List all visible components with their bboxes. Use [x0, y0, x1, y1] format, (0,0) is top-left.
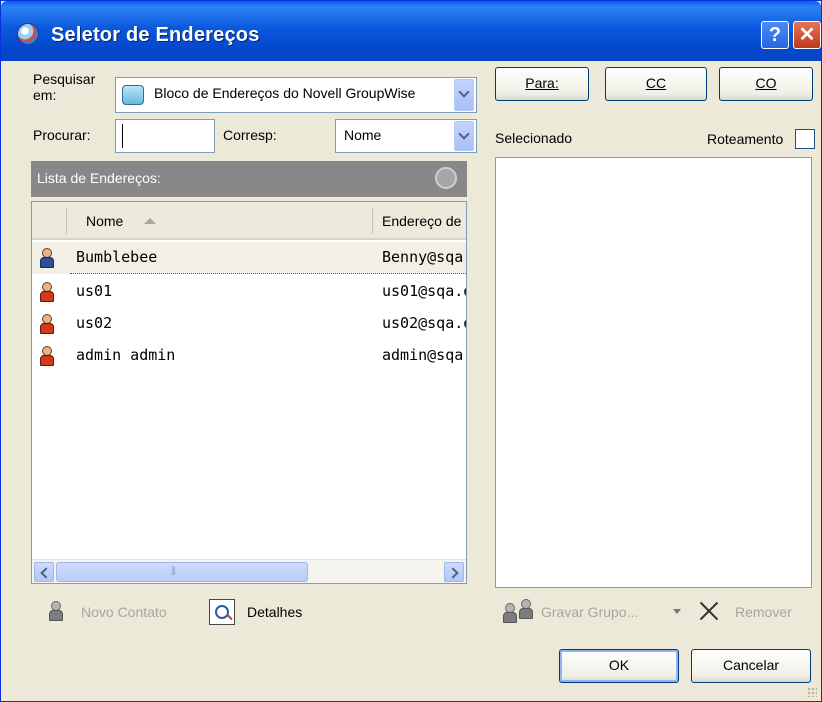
save-group-button[interactable]: Gravar Grupo...	[541, 604, 638, 620]
contact-address: us01@sqa.example.com	[382, 282, 466, 300]
contact-address: us02@sqa.example.com	[382, 314, 466, 332]
details-icon	[209, 599, 235, 625]
group-icon	[503, 599, 537, 625]
details-button[interactable]: Detalhes	[247, 604, 302, 620]
routing-label: Roteamento	[707, 131, 784, 147]
to-button-label: Para:	[525, 75, 559, 91]
list-item[interactable]: us01 us01@sqa.example.com	[32, 276, 466, 308]
focus-outline	[70, 273, 466, 274]
column-separator	[372, 208, 373, 234]
window-title: Seletor de Endereços	[51, 24, 260, 46]
chevron-down-icon[interactable]	[454, 79, 474, 111]
address-book-value: Bloco de Endereços do Novell GroupWise	[154, 85, 416, 101]
person-blue-icon	[40, 248, 54, 268]
new-contact-icon	[49, 601, 63, 621]
person-icon	[40, 314, 54, 334]
list-item[interactable]: Bumblebee Benny@sqa.example.com	[32, 242, 466, 274]
find-input[interactable]	[115, 119, 215, 153]
search-in-label: Pesquisar em:	[33, 71, 96, 103]
scroll-right-icon[interactable]	[444, 562, 464, 582]
match-label: Corresp:	[223, 127, 277, 143]
scroll-thumb[interactable]	[56, 562, 308, 582]
to-button[interactable]: Para:	[495, 67, 589, 101]
text-caret	[122, 124, 123, 148]
contact-name: admin admin	[76, 346, 176, 364]
ok-button-label: OK	[608, 657, 630, 673]
chevron-down-icon[interactable]	[454, 121, 474, 151]
sort-ascending-icon	[144, 218, 156, 224]
help-button[interactable]: ?	[761, 21, 789, 49]
scroll-left-icon[interactable]	[34, 562, 54, 582]
list-item[interactable]: us02 us02@sqa.example.com	[32, 308, 466, 340]
column-separator	[66, 208, 67, 234]
match-value: Nome	[344, 127, 382, 143]
close-button[interactable]: ✕	[793, 21, 821, 49]
address-list[interactable]: Nome Endereço de E-mail Bumblebee Benny@…	[31, 201, 467, 584]
column-header: Nome Endereço de E-mail	[32, 202, 466, 240]
match-combo[interactable]: Nome	[335, 119, 477, 153]
address-list-header: Lista de Endereços:	[31, 161, 467, 197]
ok-button[interactable]: OK	[559, 649, 679, 683]
address-book-icon	[122, 85, 144, 105]
routing-checkbox[interactable]	[795, 129, 815, 149]
new-contact-button[interactable]: Novo Contato	[81, 604, 167, 620]
cancel-button[interactable]: Cancelar	[691, 649, 811, 683]
person-icon	[40, 346, 54, 366]
contact-address: Benny@sqa.example.com	[382, 248, 466, 266]
resize-grip-icon[interactable]	[807, 687, 817, 697]
remove-icon	[697, 599, 721, 623]
cc-button[interactable]: CC	[605, 67, 707, 101]
bc-button-label: CO	[755, 75, 777, 91]
contact-address: admin@sqa.example.com	[382, 346, 466, 364]
contact-name: Bumblebee	[76, 248, 158, 266]
cancel-button-label: Cancelar	[722, 657, 780, 673]
bc-button[interactable]: CO	[719, 67, 813, 101]
remove-button[interactable]: Remover	[735, 604, 792, 620]
selected-recipients-list[interactable]	[495, 157, 812, 588]
find-label: Procurar:	[33, 127, 91, 143]
contact-name: us01	[76, 282, 113, 300]
title-bar[interactable]: Seletor de Endereços ? ✕	[1, 1, 821, 61]
address-book-combo[interactable]: Bloco de Endereços do Novell GroupWise	[115, 77, 477, 113]
refresh-icon[interactable]	[435, 167, 457, 189]
address-selector-dialog: Seletor de Endereços ? ✕ Pesquisar em: B…	[0, 0, 822, 702]
horizontal-scrollbar[interactable]	[32, 559, 466, 583]
address-list-title: Lista de Endereços:	[37, 170, 161, 186]
column-name[interactable]: Nome	[86, 213, 123, 229]
globe-icon	[17, 23, 39, 45]
cc-button-label: CC	[645, 75, 667, 91]
list-item[interactable]: admin admin admin@sqa.example.com	[32, 340, 466, 372]
contact-name: us02	[76, 314, 113, 332]
selected-label: Selecionado	[495, 130, 573, 146]
person-icon	[40, 282, 54, 302]
column-address[interactable]: Endereço de E-mail	[382, 213, 466, 229]
dropdown-arrow-icon[interactable]	[673, 609, 681, 614]
